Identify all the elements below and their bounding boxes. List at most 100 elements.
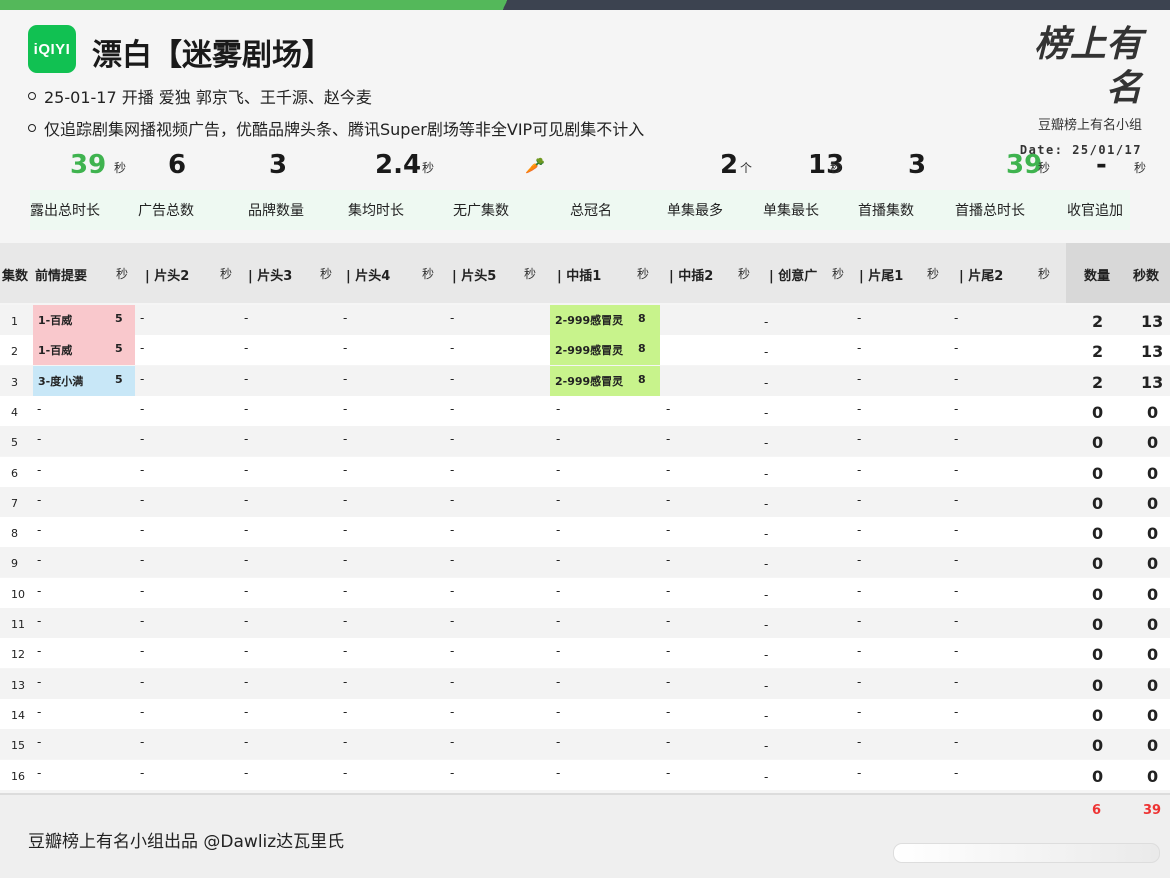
empty-slot: - [857, 401, 862, 416]
stat-unit: 秒 [1134, 161, 1147, 175]
empty-slot: - [140, 341, 145, 356]
empty-slot: - [244, 311, 249, 325]
footer-scroll-bar[interactable] [893, 843, 1160, 863]
episode-number: 7 [11, 496, 18, 510]
empty-slot: - [450, 311, 455, 325]
stat-label: 品牌数量 [248, 203, 304, 219]
stat-label: 集均时长 [348, 203, 404, 219]
empty-slot: - [450, 553, 455, 568]
episode-number: 5 [11, 436, 18, 450]
empty-slot: - [343, 735, 348, 750]
empty-slot: - [764, 618, 769, 632]
empty-slot: - [450, 644, 455, 659]
footer-credit: 豆瓣榜上有名小组出品 @Dawliz达瓦里氏 [28, 832, 345, 852]
recap-brand: 1-百威 [38, 314, 73, 327]
episode-number: 13 [11, 678, 25, 692]
recap-seconds: 5 [115, 342, 123, 356]
episode-number: 11 [11, 618, 25, 631]
empty-slot: - [450, 704, 455, 719]
total-count: 6 [1092, 803, 1102, 818]
ad-seconds: 13 [1141, 372, 1164, 392]
stat-label: 首播集数 [858, 203, 914, 219]
midroll-seconds: 8 [638, 312, 646, 325]
empty-slot: - [666, 462, 671, 477]
empty-slot: - [954, 674, 959, 689]
table-row: 7 - - - - - - - - - - 0 0 [0, 486, 1170, 517]
table-row: 4 - - - - - - - - - - 0 0 [0, 395, 1170, 426]
column-header: 秒 [832, 267, 845, 281]
recap-brand: - [37, 644, 42, 659]
empty-slot: - [343, 311, 348, 325]
empty-slot: - [343, 523, 348, 538]
ad-seconds: 0 [1147, 675, 1159, 695]
empty-slot: - [244, 462, 249, 477]
stat-unit: 秒 [830, 161, 843, 175]
table-row: 3 3-度小满 5 - - - - - - - 2-999感冒灵 8 2 13 [0, 365, 1170, 396]
table-row: 1 1-百威 5 - - - - - - - 2-999感冒灵 8 2 13 [0, 305, 1170, 335]
empty-slot: - [954, 553, 959, 568]
empty-slot: - [954, 614, 959, 628]
empty-slot: - [140, 674, 145, 689]
midroll-brand: - [556, 674, 561, 689]
table-row: 6 - - - - - - - - - - 0 0 [0, 456, 1170, 487]
table-header: 集数 前情提要 秒 | 片头2 秒 | 片头3 秒 | 片头4 秒 | 片头5 秒 | 中插1 秒 | 中… [0, 243, 1170, 303]
ad-count: 0 [1092, 615, 1104, 634]
column-header: 秒 [738, 267, 751, 281]
empty-slot: - [954, 523, 959, 538]
column-header: 秒 [524, 267, 537, 281]
midroll-brand: - [556, 735, 561, 750]
empty-slot: - [343, 371, 348, 386]
bullet-icon [28, 124, 36, 132]
empty-slot: - [666, 765, 671, 780]
stat-value: 6 [168, 150, 187, 180]
midroll-brand: - [556, 401, 561, 416]
empty-slot: - [140, 553, 145, 568]
table-row: 5 - - - - - - - - - - 0 0 [0, 426, 1170, 457]
empty-slot: - [857, 462, 862, 477]
bullet-icon [28, 92, 36, 100]
ad-count: 0 [1092, 675, 1104, 695]
recap-brand: - [37, 674, 42, 689]
empty-slot: - [857, 614, 862, 628]
stat-value: 39 [1006, 150, 1043, 180]
midroll-brand: - [556, 523, 561, 538]
ad-seconds: 0 [1147, 493, 1159, 513]
empty-slot: - [954, 462, 959, 477]
empty-slot: - [244, 644, 249, 659]
empty-slot: - [666, 492, 671, 507]
episode-number: 9 [11, 557, 18, 571]
column-header: | 中插1 [557, 269, 602, 284]
episode-number: 3 [11, 375, 18, 389]
column-header: 秒 [320, 267, 333, 281]
info-line-2: 仅追踪剧集网播视频广告，优酷品牌头条、腾讯Super剧场等非全VIP可见剧集不计… [28, 116, 644, 140]
empty-slot: - [450, 401, 455, 416]
empty-slot: - [764, 739, 769, 754]
empty-slot: - [857, 523, 862, 538]
empty-slot: - [450, 462, 455, 477]
episode-number: 12 [11, 648, 25, 662]
column-header: 秒 [637, 267, 650, 281]
empty-slot: - [140, 614, 145, 628]
empty-slot: - [764, 527, 769, 542]
stat-label: 单集最长 [763, 203, 819, 219]
recap-brand: 3-度小满 [38, 374, 84, 388]
empty-slot: - [764, 587, 769, 602]
midroll-brand: 2-999感冒灵 [555, 344, 624, 358]
ad-seconds: 0 [1147, 766, 1159, 786]
empty-slot: - [764, 345, 769, 360]
ad-count: 2 [1092, 342, 1104, 362]
ad-count: 0 [1092, 736, 1104, 756]
empty-slot: - [244, 492, 249, 507]
column-header: 秒 [927, 267, 940, 281]
empty-slot: - [857, 735, 862, 750]
table-row: 14- - - - - - - - - -0 0 [0, 698, 1170, 729]
column-header: | 创意广 [769, 269, 818, 284]
ad-count: 0 [1092, 433, 1104, 453]
empty-slot: - [857, 341, 862, 356]
empty-slot: - [666, 432, 671, 447]
stat-value: 3 [908, 150, 927, 180]
stat-value: - [1096, 150, 1107, 180]
column-header: | 片尾1 [859, 269, 904, 284]
episode-number: 2 [11, 345, 18, 359]
midroll-brand: - [556, 553, 561, 568]
